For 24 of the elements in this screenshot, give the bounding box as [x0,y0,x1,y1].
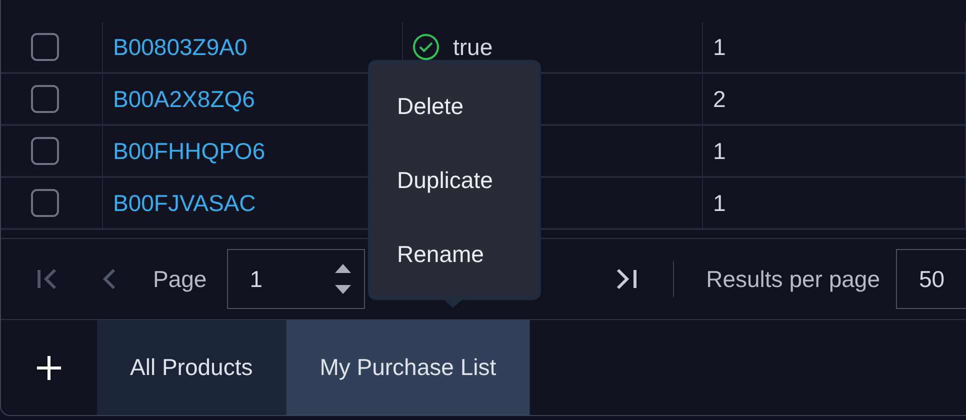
asin-link[interactable]: B00FJVASAC [113,190,256,216]
sheet-tab[interactable]: All Products [97,320,287,415]
asin-link[interactable]: B00A2X8ZQ6 [113,86,255,112]
quantity-text: 2 [713,86,726,112]
row-checkbox[interactable] [31,85,59,113]
quantity-text: 1 [713,34,726,60]
plus-icon [35,354,63,382]
check-circle-icon [413,34,439,60]
results-per-page-label: Results per page [706,266,880,292]
quantity-text: 1 [713,190,726,216]
page-input[interactable]: 1 [226,249,365,309]
status-text: true [453,34,493,60]
asin-link[interactable]: B00FHHQPO6 [113,138,266,164]
row-checkbox[interactable] [31,33,59,61]
sheet-tab[interactable]: My Purchase List [286,320,530,415]
asin-link[interactable]: B00803Z9A0 [113,34,248,60]
results-per-page-select[interactable]: 50 [896,249,966,309]
row-checkbox[interactable] [31,137,59,165]
menu-item[interactable]: Duplicate [371,166,538,194]
page-label: Page [153,266,207,292]
menu-item[interactable]: Rename [371,240,538,268]
row-checkbox[interactable] [31,189,59,217]
quantity-text: 1 [713,138,726,164]
menu-item[interactable]: Delete [371,92,538,120]
